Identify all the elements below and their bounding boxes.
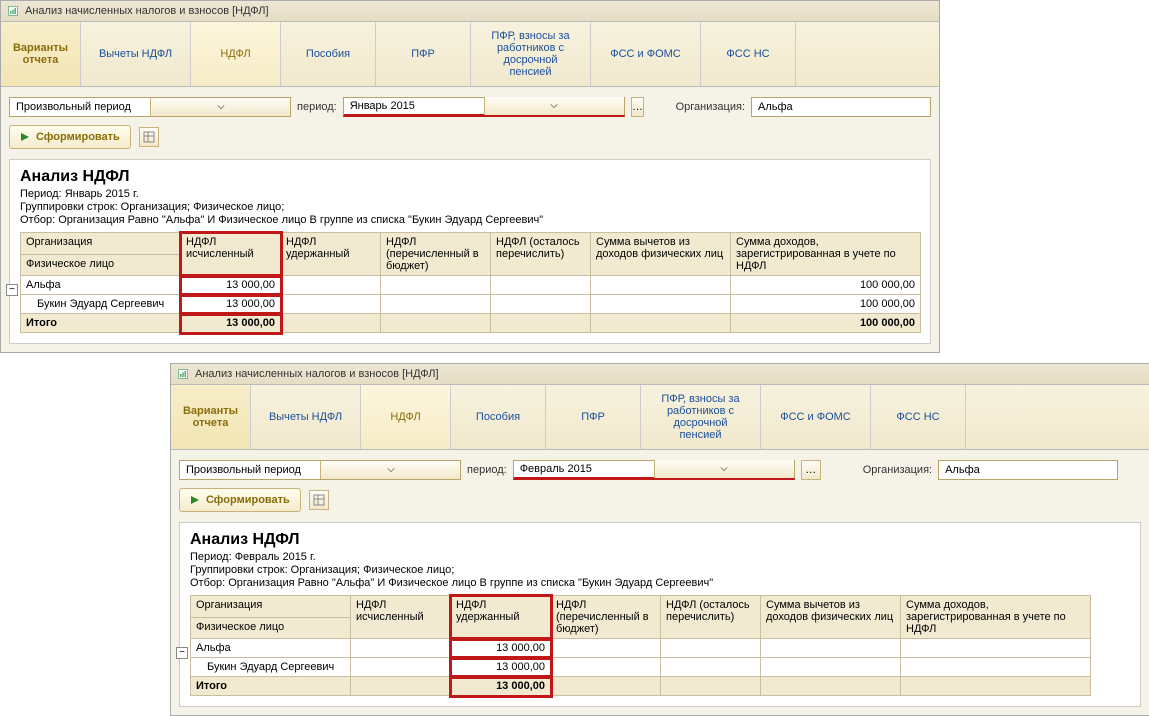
col-withheld: НДФЛ удержанный bbox=[451, 596, 551, 639]
window-title: Анализ начисленных налогов и взносов [НД… bbox=[195, 368, 439, 380]
period-value: Февраль 2015 bbox=[514, 461, 654, 477]
window-title-bar: Анализ начисленных налогов и взносов [НД… bbox=[171, 364, 1149, 385]
tab-fss-ns[interactable]: ФСС НС bbox=[701, 22, 796, 86]
period-value-select[interactable]: Январь 2015 bbox=[343, 97, 625, 117]
tab-ndfl[interactable]: НДФЛ bbox=[191, 22, 281, 86]
col-transferred: НДФЛ (перечисленный в бюджет) bbox=[381, 233, 491, 276]
period-value-select[interactable]: Февраль 2015 bbox=[513, 460, 795, 480]
col-deductions: Сумма вычетов из доходов физических лиц bbox=[761, 596, 901, 639]
col-org: Организация bbox=[21, 233, 181, 255]
tab-benefits[interactable]: Пособия bbox=[281, 22, 376, 86]
period-type-value: Произвольный период bbox=[180, 462, 320, 478]
report-table: Организация НДФЛ исчисленный НДФЛ удержа… bbox=[20, 232, 921, 333]
table-icon bbox=[143, 131, 155, 143]
table-row: Букин Эдуард Сергеевич 13 000,00 100 000… bbox=[21, 295, 921, 314]
table-icon bbox=[313, 494, 325, 506]
period-value: Январь 2015 bbox=[344, 98, 484, 114]
col-org: Организация bbox=[191, 596, 351, 618]
tab-fss-foms[interactable]: ФСС и ФОМС bbox=[591, 22, 701, 86]
tab-variants[interactable]: Варианты отчета bbox=[171, 385, 251, 449]
col-transferred: НДФЛ (перечисленный в бюджет) bbox=[551, 596, 661, 639]
generate-button[interactable]: Сформировать bbox=[179, 488, 301, 512]
report-icon bbox=[177, 368, 189, 380]
tab-pfr-early[interactable]: ПФР, взносы за работников с досрочной пе… bbox=[471, 22, 591, 86]
period-type-select[interactable]: Произвольный период bbox=[9, 97, 291, 117]
tab-pfr[interactable]: ПФР bbox=[546, 385, 641, 449]
report-filter: Отбор: Организация Равно "Альфа" И Физич… bbox=[190, 577, 1130, 589]
col-calculated: НДФЛ исчисленный bbox=[181, 233, 281, 276]
tabs-bar: Варианты отчета Вычеты НДФЛ НДФЛ Пособия… bbox=[171, 385, 1149, 450]
col-remaining: НДФЛ (осталось перечислить) bbox=[661, 596, 761, 639]
table-row-total: Итого 13 000,00 bbox=[191, 677, 1091, 696]
report-grouping: Группировки строк: Организация; Физическ… bbox=[190, 564, 1130, 576]
play-icon bbox=[20, 132, 30, 142]
window-title-bar: Анализ начисленных налогов и взносов [НД… bbox=[1, 1, 939, 22]
period-type-select[interactable]: Произвольный период bbox=[179, 460, 461, 480]
tabs-bar: Варианты отчета Вычеты НДФЛ НДФЛ Пособия… bbox=[1, 22, 939, 87]
col-calculated: НДФЛ исчисленный bbox=[351, 596, 451, 639]
col-income: Сумма доходов, зарегистрированная в учет… bbox=[731, 233, 921, 276]
chevron-down-icon[interactable] bbox=[484, 97, 624, 115]
collapse-toggle[interactable]: − bbox=[6, 284, 18, 296]
col-deductions: Сумма вычетов из доходов физических лиц bbox=[591, 233, 731, 276]
collapse-toggle[interactable]: − bbox=[176, 647, 188, 659]
tab-fss-ns[interactable]: ФСС НС bbox=[871, 385, 966, 449]
tab-deductions[interactable]: Вычеты НДФЛ bbox=[81, 22, 191, 86]
period-picker-button[interactable]: … bbox=[631, 97, 645, 117]
col-person: Физическое лицо bbox=[191, 617, 351, 639]
chevron-down-icon[interactable] bbox=[320, 461, 460, 479]
tab-pfr[interactable]: ПФР bbox=[376, 22, 471, 86]
org-field[interactable]: Альфа bbox=[751, 97, 931, 117]
table-row-total: Итого 13 000,00 100 000,00 bbox=[21, 314, 921, 333]
org-label: Организация: bbox=[676, 101, 745, 113]
col-withheld: НДФЛ удержанный bbox=[281, 233, 381, 276]
org-field[interactable]: Альфа bbox=[938, 460, 1118, 480]
period-type-value: Произвольный период bbox=[10, 99, 150, 115]
tab-pfr-early[interactable]: ПФР, взносы за работников с досрочной пе… bbox=[641, 385, 761, 449]
tab-deductions[interactable]: Вычеты НДФЛ bbox=[251, 385, 361, 449]
generate-button[interactable]: Сформировать bbox=[9, 125, 131, 149]
org-label: Организация: bbox=[863, 464, 932, 476]
table-row: Альфа 13 000,00 bbox=[191, 639, 1091, 658]
chevron-down-icon[interactable] bbox=[654, 460, 794, 478]
report-icon bbox=[7, 5, 19, 17]
play-icon bbox=[190, 495, 200, 505]
period-label: период: bbox=[297, 101, 337, 113]
window-title: Анализ начисленных налогов и взносов [НД… bbox=[25, 5, 269, 17]
tab-variants[interactable]: Варианты отчета bbox=[1, 22, 81, 86]
report-title: Анализ НДФЛ bbox=[20, 168, 920, 186]
tab-ndfl[interactable]: НДФЛ bbox=[361, 385, 451, 449]
period-picker-button[interactable]: … bbox=[801, 460, 821, 480]
report-title: Анализ НДФЛ bbox=[190, 531, 1130, 549]
col-income: Сумма доходов, зарегистрированная в учет… bbox=[901, 596, 1091, 639]
table-row: Альфа 13 000,00 100 000,00 bbox=[21, 276, 921, 295]
report-table: Организация НДФЛ исчисленный НДФЛ удержа… bbox=[190, 595, 1091, 696]
report-filter: Отбор: Организация Равно "Альфа" И Физич… bbox=[20, 214, 920, 226]
table-row: Букин Эдуард Сергеевич 13 000,00 bbox=[191, 658, 1091, 677]
report-period: Период: Январь 2015 г. bbox=[20, 188, 920, 200]
tab-fss-foms[interactable]: ФСС и ФОМС bbox=[761, 385, 871, 449]
chevron-down-icon[interactable] bbox=[150, 98, 290, 116]
col-person: Физическое лицо bbox=[21, 254, 181, 276]
tab-benefits[interactable]: Пособия bbox=[451, 385, 546, 449]
report-grouping: Группировки строк: Организация; Физическ… bbox=[20, 201, 920, 213]
period-label: период: bbox=[467, 464, 507, 476]
settings-button[interactable] bbox=[309, 490, 329, 510]
col-remaining: НДФЛ (осталось перечислить) bbox=[491, 233, 591, 276]
settings-button[interactable] bbox=[139, 127, 159, 147]
report-period: Период: Февраль 2015 г. bbox=[190, 551, 1130, 563]
